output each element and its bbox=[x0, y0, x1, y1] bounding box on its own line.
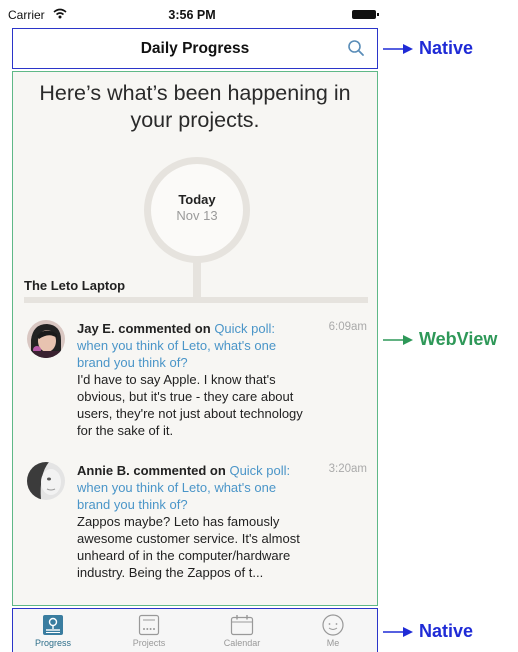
native-tabbar-annotation: Native bbox=[383, 621, 473, 642]
comment-text: Zappos maybe? Leto has famously awesome … bbox=[77, 514, 300, 580]
project-divider bbox=[24, 297, 368, 303]
native-label: Native bbox=[419, 621, 474, 641]
avatar[interactable] bbox=[27, 320, 65, 358]
page-title: Daily Progress bbox=[140, 40, 250, 57]
avatar-jay-image bbox=[27, 320, 65, 358]
day-date: Nov 13 bbox=[176, 208, 218, 223]
native-label: Native bbox=[419, 38, 474, 58]
webview-content[interactable]: Here’s what’s been happening in your pro… bbox=[12, 71, 378, 606]
list-item: Annie B. commented on Quick poll: when y… bbox=[27, 462, 367, 602]
day-marker: Today Nov 13 bbox=[144, 157, 250, 263]
calendar-icon bbox=[230, 615, 254, 636]
comment-time: 6:09am bbox=[328, 321, 367, 333]
arrow-right-icon bbox=[383, 626, 413, 637]
comment-author[interactable]: Annie B. bbox=[77, 463, 130, 478]
avatar-annie-image bbox=[27, 462, 65, 500]
status-bar: Carrier 3:56 PM bbox=[6, 0, 379, 28]
search-icon[interactable] bbox=[347, 39, 365, 57]
list-item: Jay E. commented on Quick poll: when you… bbox=[27, 320, 367, 440]
timeline-connector bbox=[193, 262, 201, 297]
day-label: Today bbox=[178, 192, 216, 207]
navigation-bar: Daily Progress bbox=[12, 28, 378, 69]
comment-author[interactable]: Jay E. bbox=[77, 321, 115, 336]
arrow-right-icon bbox=[383, 43, 413, 54]
tab-label: Progress bbox=[34, 638, 71, 648]
webview-label: WebView bbox=[419, 329, 498, 349]
arrow-right-icon bbox=[383, 334, 413, 345]
comment-time: 3:20am bbox=[328, 463, 367, 475]
projects-icon bbox=[138, 614, 160, 636]
comment-verb: commented on bbox=[133, 463, 226, 478]
tab-progress[interactable]: Progress bbox=[13, 611, 93, 648]
tab-label: Projects bbox=[132, 638, 166, 648]
tab-label: Calendar bbox=[223, 638, 261, 648]
feed-headline: Here’s what’s been happening in your pro… bbox=[39, 81, 351, 132]
tab-me[interactable]: Me bbox=[293, 611, 373, 648]
tab-label: Me bbox=[326, 638, 340, 648]
webview-annotation: WebView bbox=[383, 329, 497, 350]
comment-body: Annie B. commented on Quick poll: when y… bbox=[77, 462, 309, 581]
status-time: 3:56 PM bbox=[168, 8, 216, 22]
tab-calendar[interactable]: Calendar bbox=[202, 611, 282, 648]
comment-verb: commented on bbox=[118, 321, 211, 336]
comment-text: I'd have to say Apple. I know that's obv… bbox=[77, 372, 303, 438]
comment-body: Jay E. commented on Quick poll: when you… bbox=[77, 320, 309, 439]
avatar[interactable] bbox=[27, 462, 65, 500]
native-header-annotation: Native bbox=[383, 38, 473, 59]
me-icon bbox=[322, 614, 344, 636]
progress-icon bbox=[43, 615, 63, 635]
tab-bar: Progress Projects Calendar Me bbox=[12, 608, 378, 652]
project-title[interactable]: The Leto Laptop bbox=[24, 278, 125, 293]
battery-icon bbox=[352, 10, 379, 19]
tab-projects[interactable]: Projects bbox=[109, 611, 189, 648]
